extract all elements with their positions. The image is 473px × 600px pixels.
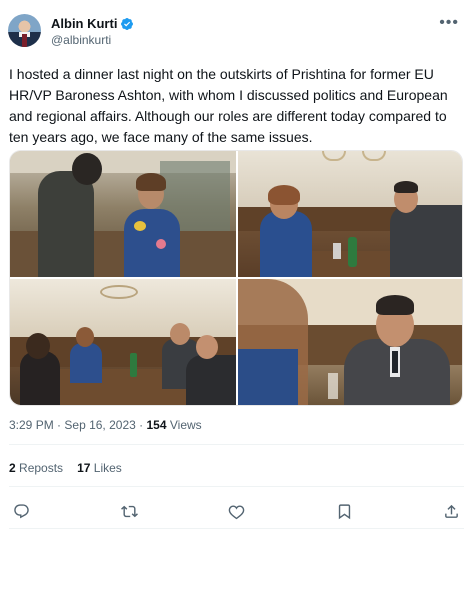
reposts-label: Reposts bbox=[19, 461, 64, 475]
dinner-photo-1[interactable] bbox=[10, 151, 236, 277]
author-handle[interactable]: @albinkurti bbox=[51, 33, 111, 47]
author-name[interactable]: Albin Kurti bbox=[51, 16, 117, 31]
divider bbox=[9, 444, 464, 445]
bookmark-icon[interactable] bbox=[336, 503, 353, 520]
more-icon[interactable]: ••• bbox=[439, 14, 459, 32]
reposts-count: 2 bbox=[9, 461, 16, 475]
verified-badge-icon bbox=[121, 17, 134, 30]
post-header: Albin Kurti @albinkurti ••• bbox=[8, 12, 465, 52]
reposts-stat[interactable]: 2 Reposts bbox=[9, 461, 63, 475]
photo-grid bbox=[9, 150, 463, 406]
share-icon[interactable] bbox=[443, 503, 460, 520]
post-time[interactable]: 3:29 PM bbox=[9, 418, 54, 432]
divider bbox=[9, 486, 464, 487]
post-meta: 3:29 PM · Sep 16, 2023 · 154 Views bbox=[9, 418, 202, 432]
author-name-row: Albin Kurti bbox=[51, 16, 134, 31]
meta-separator: · bbox=[57, 418, 62, 432]
views-count: 154 bbox=[146, 418, 167, 432]
reply-icon[interactable] bbox=[13, 503, 30, 520]
dinner-photo-3[interactable] bbox=[10, 279, 236, 405]
meta-separator: · bbox=[139, 418, 144, 432]
views-label: Views bbox=[169, 418, 202, 432]
avatar[interactable] bbox=[8, 14, 41, 47]
likes-label: Likes bbox=[93, 461, 122, 475]
likes-stat[interactable]: 17 Likes bbox=[77, 461, 122, 475]
repost-icon[interactable] bbox=[120, 503, 138, 520]
dinner-photo-4[interactable] bbox=[238, 279, 462, 405]
post-text: I hosted a dinner last night on the outs… bbox=[9, 66, 448, 145]
post-date[interactable]: Sep 16, 2023 bbox=[64, 418, 135, 432]
post-stats: 2 Reposts 17 Likes bbox=[9, 461, 122, 475]
dinner-photo-2[interactable] bbox=[238, 151, 462, 277]
action-bar bbox=[9, 500, 464, 522]
likes-count: 17 bbox=[77, 461, 91, 475]
heart-icon[interactable] bbox=[228, 503, 245, 520]
divider bbox=[9, 528, 464, 529]
